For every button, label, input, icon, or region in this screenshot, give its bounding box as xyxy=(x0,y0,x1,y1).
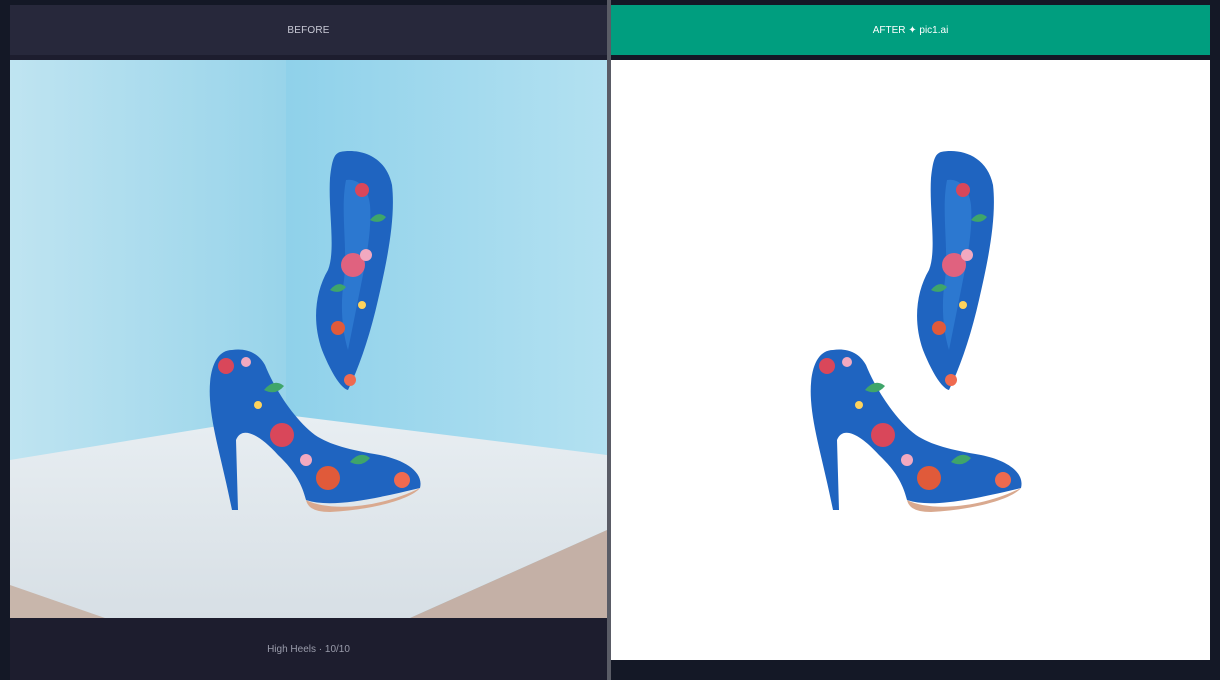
image-caption: High Heels · 10/10 xyxy=(10,618,607,680)
after-header-label: AFTER ✦ pic1.ai xyxy=(872,24,949,36)
before-header: BEFORE xyxy=(10,5,607,55)
before-header-label: BEFORE xyxy=(287,24,330,36)
after-header: AFTER ✦ pic1.ai xyxy=(611,5,1210,55)
after-panel: AFTER ✦ pic1.ai xyxy=(611,5,1210,660)
after-image xyxy=(611,60,1210,660)
comparison-view: BEFORE High Heels · 10/10 AFTER ✦ pic1.a… xyxy=(0,0,1220,680)
before-image xyxy=(10,60,607,618)
caption-text: High Heels · 10/10 xyxy=(267,643,350,655)
before-panel: BEFORE High Heels · 10/10 xyxy=(10,5,607,680)
